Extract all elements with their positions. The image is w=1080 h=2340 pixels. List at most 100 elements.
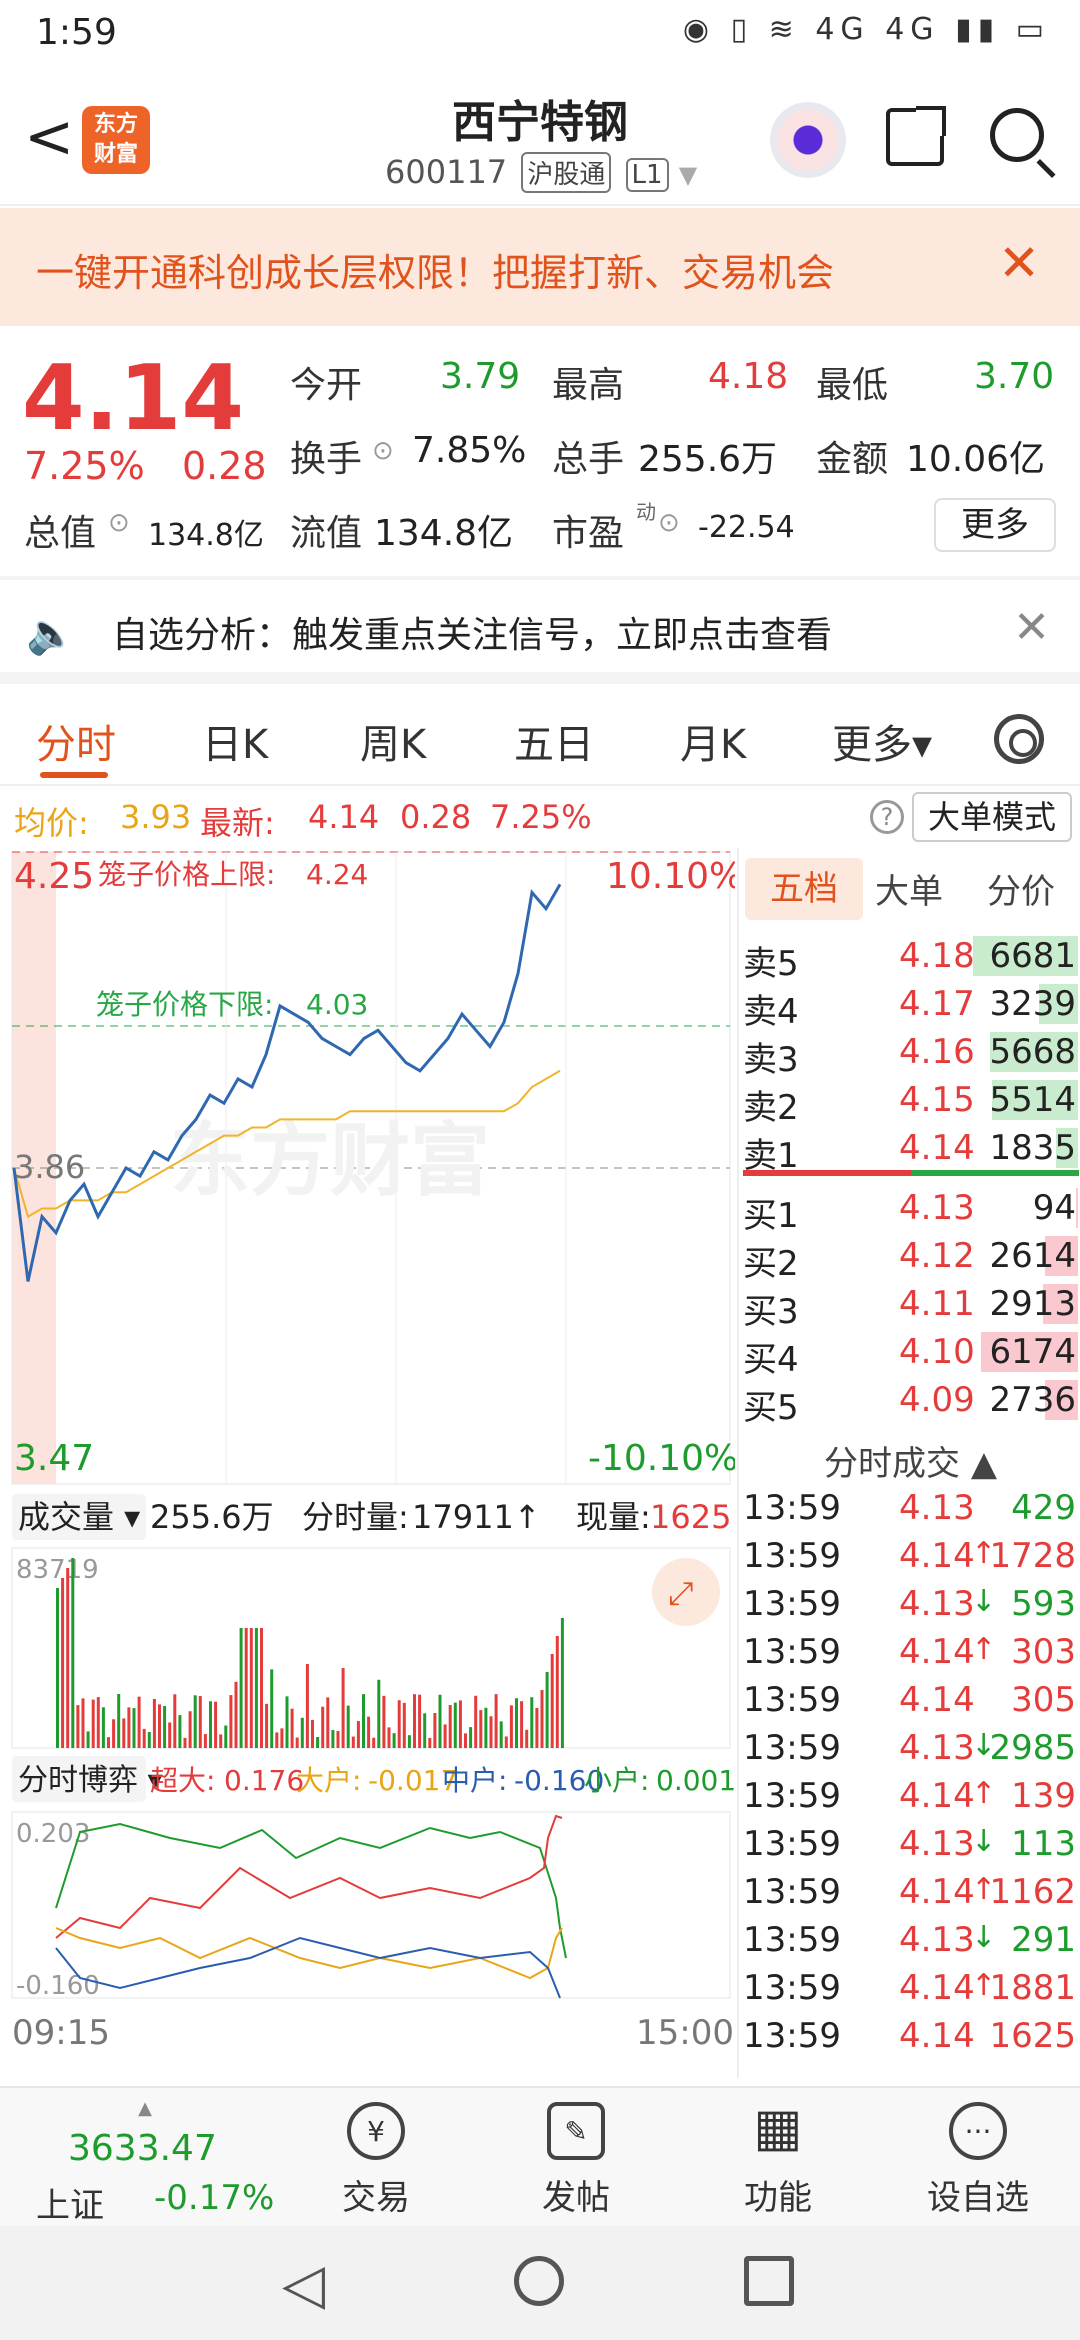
volume-bar bbox=[377, 1679, 381, 1748]
vol-selector[interactable]: 成交量 ▾ bbox=[18, 1498, 140, 1536]
volume-bar bbox=[458, 1700, 462, 1748]
trade-row: 13:59 4.13 ↓ 2985 bbox=[739, 1724, 1080, 1772]
more-button[interactable]: 更多 bbox=[934, 498, 1056, 552]
nav-post[interactable]: ✎ 发帖 bbox=[506, 2102, 646, 2219]
trade-time: 13:59 bbox=[743, 1968, 841, 2008]
high-label: 最高 bbox=[552, 365, 625, 406]
tab-five-day[interactable]: 五日 bbox=[514, 712, 594, 770]
index-ticker[interactable]: ▲ 3633.47 上证 -0.17% bbox=[30, 2098, 274, 2226]
tab-monthly-k[interactable]: 月K bbox=[680, 712, 746, 770]
stock-code-row[interactable]: 600117 沪股通 L1 ▼ bbox=[385, 152, 697, 193]
tab-five-levels[interactable]: 五档 bbox=[745, 858, 863, 920]
level-volume: 3239 bbox=[989, 984, 1076, 1024]
ask-row[interactable]: 卖3 4.16 5668 bbox=[739, 1028, 1080, 1080]
search-icon[interactable] bbox=[990, 108, 1044, 162]
tab-price-dist[interactable]: 分价 bbox=[987, 864, 1055, 913]
tab-intraday[interactable]: 分时 bbox=[36, 712, 116, 770]
share-icon[interactable] bbox=[886, 106, 946, 166]
flow-mid-label: 中户: bbox=[442, 1764, 507, 1797]
tab-weekly-k[interactable]: 周K bbox=[360, 712, 426, 770]
trade-price: 4.13 bbox=[899, 1488, 975, 1528]
trade-volume: 1625 bbox=[989, 2016, 1076, 2056]
latest-value: 4.14 bbox=[308, 798, 380, 836]
help-icon[interactable]: ? bbox=[870, 800, 904, 834]
nav-functions[interactable]: ▦ 功能 bbox=[708, 2102, 848, 2219]
open-label: 今开 bbox=[290, 365, 363, 406]
trade-volume: 113 bbox=[1011, 1824, 1076, 1864]
info-icon[interactable]: ⊙ bbox=[372, 436, 394, 466]
analysis-notice[interactable]: 🔈 自选分析：触发重点关注信号，立即点击查看 ✕ bbox=[0, 580, 1080, 684]
bid-row[interactable]: 买3 4.11 2913 bbox=[739, 1280, 1080, 1332]
level-label: 卖5 bbox=[743, 944, 799, 984]
ask-row[interactable]: 卖1 4.14 1835 bbox=[739, 1124, 1080, 1176]
trade-volume: 1881 bbox=[989, 1968, 1076, 2008]
nav-recents-icon[interactable] bbox=[744, 2256, 794, 2306]
level-label: 买3 bbox=[743, 1292, 799, 1332]
trade-row: 13:59 4.14 ↑ 303 bbox=[739, 1628, 1080, 1676]
pct-bottom-label: -10.10% bbox=[588, 1438, 735, 1479]
bid-row[interactable]: 买5 4.09 2736 bbox=[739, 1376, 1080, 1428]
nav-trade[interactable]: ¥ 交易 bbox=[306, 2102, 446, 2219]
volume-bar bbox=[224, 1725, 228, 1748]
close-icon[interactable]: ✕ bbox=[998, 234, 1040, 292]
nav-back-icon[interactable]: ◁ bbox=[282, 2252, 325, 2317]
nav-home-icon[interactable] bbox=[514, 2256, 564, 2306]
volume-bar bbox=[112, 1719, 116, 1748]
dropdown-icon: ▼ bbox=[678, 161, 698, 189]
close-icon[interactable]: ✕ bbox=[1013, 602, 1050, 653]
bid-row[interactable]: 买1 4.13 94 bbox=[739, 1184, 1080, 1236]
intraday-chart-svg[interactable]: 东方财富 4.25 笼子价格上限: 4.24 笼子价格下限: 4.03 3.86… bbox=[0, 848, 743, 2080]
volume-bar bbox=[137, 1696, 141, 1748]
volume-bar bbox=[448, 1705, 452, 1748]
volume-bar bbox=[326, 1697, 330, 1748]
volume-fill-bar bbox=[1076, 1188, 1078, 1228]
trade-price: 4.14 bbox=[899, 1968, 975, 2008]
tab-more[interactable]: 更多▾ bbox=[832, 712, 932, 770]
tab-big-orders[interactable]: 大单 bbox=[875, 864, 943, 913]
volume-bar bbox=[117, 1694, 121, 1748]
ask-row[interactable]: 卖2 4.15 5514 bbox=[739, 1076, 1080, 1128]
trade-row: 13:59 4.14 ↑ 139 bbox=[739, 1772, 1080, 1820]
volume-bar bbox=[433, 1713, 437, 1748]
info-icon[interactable]: ⊙ bbox=[108, 508, 130, 538]
flow-mid-line bbox=[55, 1936, 561, 1999]
system-nav-bar: ◁ bbox=[0, 2226, 1080, 2340]
level-price: 4.11 bbox=[899, 1284, 975, 1324]
chevron-up-icon: ▲ bbox=[138, 2098, 152, 2119]
volume-bar bbox=[418, 1694, 422, 1748]
trade-price: 4.14 bbox=[899, 1776, 975, 1816]
stock-code: 600117 bbox=[385, 153, 508, 191]
volume-bar bbox=[158, 1704, 161, 1748]
amount-label: 金额 bbox=[816, 439, 889, 480]
quote-panel: 4.14 7.25% 0.28 今开 3.79 最高 4.18 最低 3.70 … bbox=[0, 326, 1080, 576]
ask-row[interactable]: 卖5 4.18 6681 bbox=[739, 932, 1080, 984]
big-order-mode-button[interactable]: 大单模式 bbox=[912, 792, 1072, 842]
trade-price: 4.13 bbox=[899, 1728, 975, 1768]
volume-bar bbox=[407, 1735, 411, 1748]
intraday-chart[interactable]: 东方财富 4.25 笼子价格上限: 4.24 笼子价格下限: 4.03 3.86… bbox=[0, 848, 743, 2080]
info-icon[interactable]: ⊙ bbox=[658, 508, 680, 538]
flow-small-value: 0.001 bbox=[656, 1764, 735, 1797]
flow-selector[interactable]: 分时博弈 ▾ bbox=[18, 1763, 163, 1798]
level-volume: 2614 bbox=[989, 1236, 1076, 1276]
pct-top-label: 10.10% bbox=[606, 856, 735, 897]
bid-row[interactable]: 买2 4.12 2614 bbox=[739, 1232, 1080, 1284]
volume-bar bbox=[96, 1697, 100, 1748]
level-label: 买2 bbox=[743, 1244, 799, 1284]
gear-icon[interactable] bbox=[994, 714, 1044, 764]
tab-daily-k[interactable]: 日K bbox=[202, 712, 268, 770]
volume-bar bbox=[56, 1588, 59, 1748]
time-end: 15:00 bbox=[636, 2013, 734, 2053]
bid-row[interactable]: 买4 4.10 6174 bbox=[739, 1328, 1080, 1380]
trade-volume: 1728 bbox=[989, 1536, 1076, 1576]
volume-bar bbox=[484, 1707, 488, 1748]
promo-banner[interactable]: 一键开通科创成长层权限！把握打新、交易机会 ✕ bbox=[0, 208, 1080, 326]
volume-bar bbox=[183, 1737, 187, 1748]
level-volume: 6174 bbox=[989, 1332, 1076, 1372]
nav-add-watchlist[interactable]: ··· 设自选 bbox=[908, 2102, 1048, 2219]
ask-row[interactable]: 卖4 4.17 3239 bbox=[739, 980, 1080, 1032]
trades-header[interactable]: 分时成交 ▲ bbox=[739, 1436, 1080, 1485]
flow-big-label: 大户: bbox=[296, 1764, 361, 1797]
open-value: 3.79 bbox=[440, 356, 521, 397]
assistant-robot-icon[interactable] bbox=[770, 102, 846, 178]
